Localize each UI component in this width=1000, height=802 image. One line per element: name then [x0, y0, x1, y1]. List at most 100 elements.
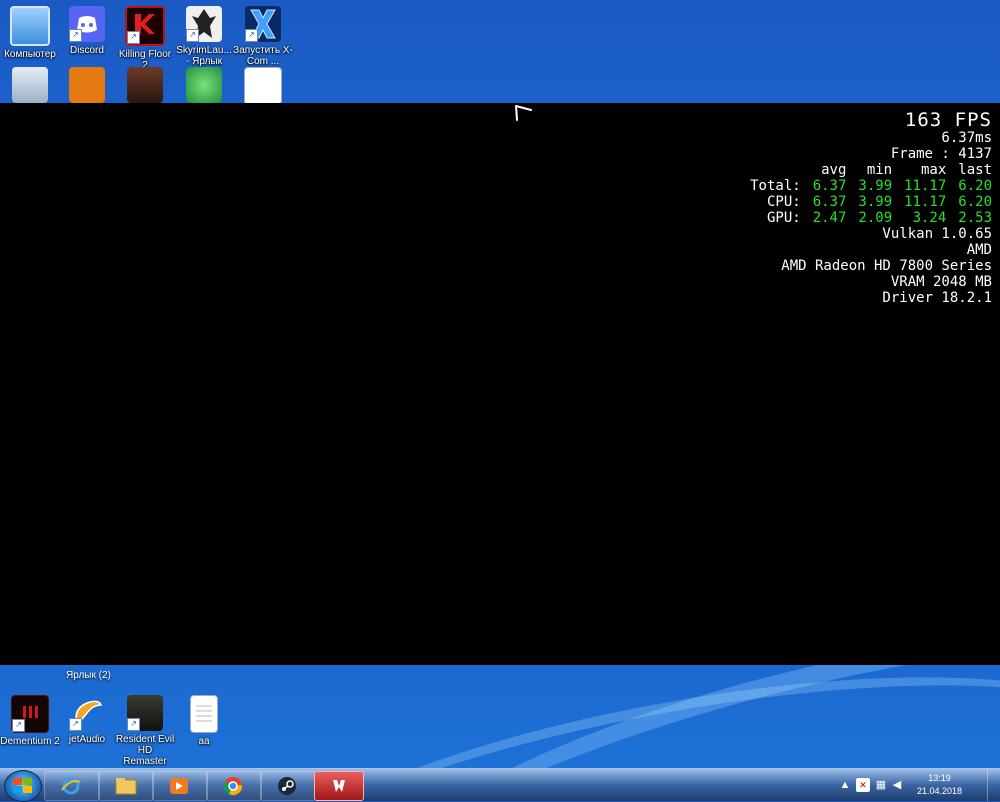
frame-time: 6.37ms: [941, 130, 992, 146]
desktop-icon-killing-floor[interactable]: ↗ Killing Floor 2: [115, 6, 175, 71]
chrome-icon: [223, 777, 243, 795]
stat-value: 6.37: [812, 194, 847, 210]
file-explorer-icon: [115, 778, 137, 795]
desktop-icon-label: Discord: [70, 45, 104, 56]
show-desktop-button[interactable]: [987, 769, 1000, 801]
text-file-icon: [190, 695, 218, 733]
gpu-vendor: AMD: [966, 242, 992, 258]
globe-icon: [186, 67, 222, 103]
skyrim-icon: ↗: [186, 6, 222, 42]
show-hidden-icons-icon[interactable]: ▲: [838, 778, 852, 792]
shortcut-arrow-icon: ↗: [69, 718, 82, 731]
shortcut-arrow-icon: ↗: [69, 29, 82, 42]
stat-value: 11.17: [904, 178, 947, 194]
taskbar-file-explorer[interactable]: [98, 771, 154, 801]
start-button[interactable]: [4, 770, 42, 802]
gpu-name: AMD Radeon HD 7800 Series: [781, 258, 992, 274]
desktop-icon-globe[interactable]: [174, 67, 234, 106]
desktop-icon-dementium[interactable]: ↗ Dementium 2: [0, 695, 60, 747]
desktop-icon-recycle-bin[interactable]: [0, 67, 60, 106]
taskbar: ▲ ✕ ▦ ◀ 13:19 21.04.2018: [0, 768, 1000, 802]
vram-info: VRAM 2048 MB: [890, 274, 992, 290]
column-header: min: [866, 162, 893, 178]
shortcut-arrow-icon: ↗: [127, 31, 140, 44]
column-header: max: [920, 162, 947, 178]
performance-overlay: 163 FPS 6.37ms Frame : 4137 avg min max …: [750, 110, 992, 306]
taskbar-internet-explorer[interactable]: [44, 771, 100, 801]
internet-explorer-icon: [61, 777, 81, 795]
stat-value: 6.37: [812, 178, 847, 194]
computer-icon: [10, 6, 50, 46]
desktop-icon-xcom[interactable]: ↗ Запустить X-Com ...: [233, 6, 293, 67]
desktop-icon-label: Dementium 2: [0, 736, 60, 747]
desktop-icon-document[interactable]: [233, 67, 293, 108]
column-header: avg: [821, 162, 847, 178]
shortcut-arrow-icon: ↗: [245, 29, 258, 42]
desktop-icon-discord[interactable]: ↗ Discord: [57, 6, 117, 56]
desktop-icon-label: Запустить X-Com ...: [233, 45, 293, 67]
row-label: GPU:: [766, 210, 801, 226]
desktop-icon-label: aa: [198, 736, 210, 747]
graphics-api: Vulkan 1.0.65: [882, 226, 992, 242]
xcom-icon: ↗: [245, 6, 281, 42]
shortcut-arrow-icon: ↗: [186, 29, 199, 42]
media-player-icon: [170, 778, 188, 794]
fps-counter: 163 FPS: [904, 109, 992, 131]
column-header: last: [958, 162, 992, 178]
desktop-icon-skyrim[interactable]: ↗ SkyrimLau... - Ярлык: [174, 6, 234, 67]
desktop-icon-jetaudio[interactable]: ↗ jetAudio: [57, 695, 117, 745]
killing-floor-icon: ↗: [125, 6, 165, 46]
taskbar-media-player[interactable]: [152, 771, 208, 801]
taskbar-steam[interactable]: [260, 771, 316, 801]
stat-value: 2.47: [812, 210, 847, 226]
stat-value: 3.24: [912, 210, 947, 226]
stat-value: 6.20: [958, 194, 992, 210]
shortcut-arrow-icon: ↗: [127, 718, 140, 731]
desktop-icon-label: SkyrimLau... - Ярлык: [176, 45, 232, 67]
stat-value: 6.20: [958, 178, 992, 194]
row-label: Total:: [750, 178, 801, 194]
partial-label: Ярлык (2): [66, 670, 111, 681]
desktop-icon-info[interactable]: [57, 67, 117, 106]
stats-row-gpu: GPU: 2.47 2.09 3.24 2.53: [750, 210, 992, 226]
stat-value: 11.17: [904, 194, 947, 210]
taskbar-chrome[interactable]: [206, 771, 262, 801]
game-portrait-icon: [127, 67, 163, 103]
stat-value: 3.99: [858, 178, 893, 194]
desktop-icon-label: Компьютер: [4, 49, 56, 60]
shortcut-arrow-icon: ↗: [12, 719, 25, 732]
stat-value: 2.09: [858, 210, 893, 226]
info-icon: [69, 67, 105, 103]
action-center-icon[interactable]: ✕: [856, 778, 870, 792]
row-label: CPU:: [766, 194, 801, 210]
stats-header-row: avg min max last: [750, 162, 992, 178]
jetaudio-icon: ↗: [69, 695, 105, 731]
resident-evil-icon: ↗: [127, 695, 163, 731]
stat-value: 3.99: [858, 194, 893, 210]
stat-value: 2.53: [958, 210, 992, 226]
document-icon: [244, 67, 282, 105]
desktop-icon-text-file[interactable]: aa: [174, 695, 234, 747]
desktop-icon-resident-evil[interactable]: ↗ Resident Evil HD Remaster: [115, 695, 175, 767]
clock-date: 21.04.2018: [916, 786, 962, 796]
network-icon[interactable]: ▦: [874, 778, 888, 792]
mouse-cursor-icon: [515, 105, 532, 121]
driver-version: Driver 18.2.1: [882, 290, 992, 306]
recycle-bin-icon: [12, 67, 48, 103]
clock[interactable]: 13:19 21.04.2018: [917, 772, 962, 798]
frame-count: Frame : 4137: [890, 146, 992, 162]
steam-icon: [278, 777, 296, 795]
desktop-icon-label: Resident Evil HD Remaster: [115, 734, 175, 767]
desktop-icon-game-face[interactable]: [115, 67, 175, 106]
stats-row-total: Total: 6.37 3.99 11.17 6.20: [750, 178, 992, 194]
taskbar-wolfenstein[interactable]: [314, 771, 364, 801]
desktop-icon-computer[interactable]: Компьютер: [0, 6, 60, 60]
stats-row-cpu: CPU: 6.37 3.99 11.17 6.20: [750, 194, 992, 210]
desktop-icon-label: jetAudio: [68, 734, 106, 745]
windows-logo-icon: [13, 778, 32, 793]
volume-icon[interactable]: ◀: [890, 778, 904, 792]
system-tray: ▲ ✕ ▦ ◀ 13:19 21.04.2018: [830, 769, 1000, 801]
timing-stats-table: avg min max last Total: 6.37 3.99 11.17 …: [750, 162, 992, 226]
wolfenstein-icon: [333, 780, 345, 792]
dementium-icon: ↗: [11, 695, 49, 733]
